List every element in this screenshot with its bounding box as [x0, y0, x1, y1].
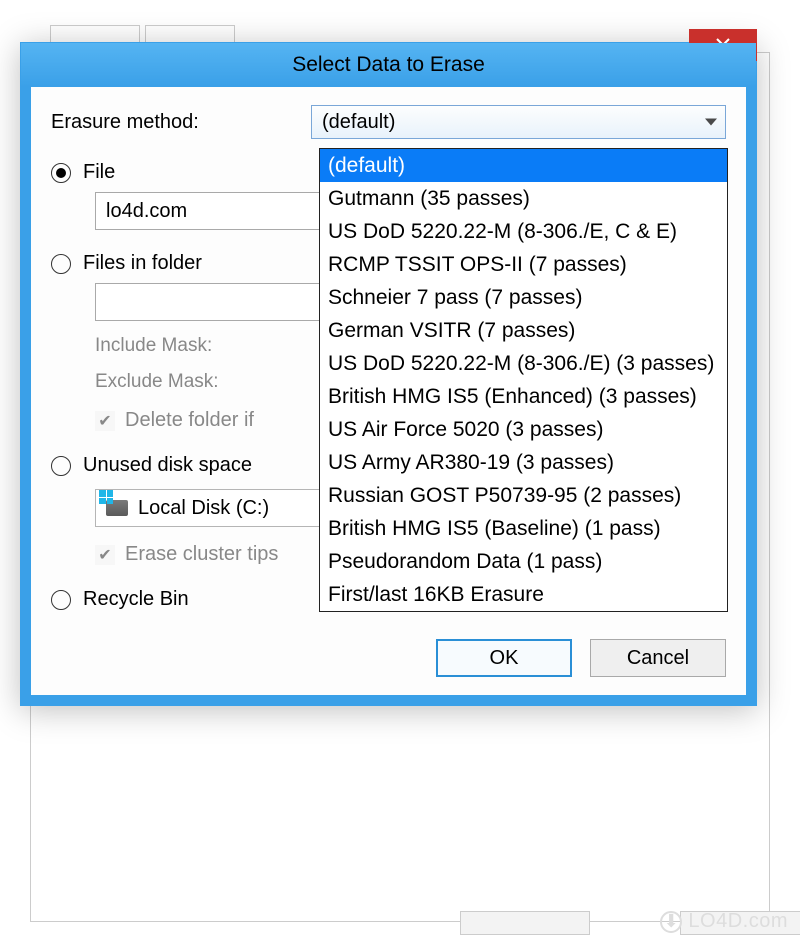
disk-combo-value: Local Disk (C:) — [138, 497, 269, 520]
dropdown-item[interactable]: US Army AR380-19 (3 passes) — [320, 446, 727, 479]
bg-button-1 — [460, 911, 590, 935]
erasure-method-dropdown[interactable]: (default) Gutmann (35 passes) US DoD 522… — [319, 148, 728, 612]
delete-folder-checkbox[interactable]: ✔ — [95, 411, 115, 431]
unused-radio[interactable] — [51, 456, 71, 476]
dropdown-item[interactable]: Pseudorandom Data (1 pass) — [320, 545, 727, 578]
watermark: ⬇ LO4D.com — [660, 910, 788, 933]
dropdown-item[interactable]: Russian GOST P50739-95 (2 passes) — [320, 479, 727, 512]
delete-folder-label: Delete folder if — [125, 409, 254, 432]
chevron-down-icon — [705, 119, 717, 126]
erasure-method-row: Erasure method: (default) — [51, 105, 726, 139]
watermark-icon: ⬇ — [660, 911, 682, 933]
dropdown-item[interactable]: US DoD 5220.22-M (8-306./E) (3 passes) — [320, 347, 727, 380]
dropdown-item[interactable]: Schneier 7 pass (7 passes) — [320, 281, 727, 314]
ok-button[interactable]: OK — [436, 639, 572, 677]
recycle-radio-label: Recycle Bin — [83, 588, 189, 611]
erasure-method-value: (default) — [322, 111, 395, 134]
dropdown-item[interactable]: RCMP TSSIT OPS-II (7 passes) — [320, 248, 727, 281]
unused-radio-label: Unused disk space — [83, 454, 252, 477]
exclude-mask-label: Exclude Mask: — [95, 371, 275, 393]
cancel-button[interactable]: Cancel — [590, 639, 726, 677]
erasure-method-label: Erasure method: — [51, 111, 311, 134]
erasure-method-combo[interactable]: (default) — [311, 105, 726, 139]
erase-cluster-label: Erase cluster tips — [125, 543, 278, 566]
dropdown-item[interactable]: First/last 16KB Erasure — [320, 578, 727, 611]
dialog-titlebar: Select Data to Erase — [21, 43, 756, 87]
dropdown-item[interactable]: German VSITR (7 passes) — [320, 314, 727, 347]
dropdown-item[interactable]: British HMG IS5 (Baseline) (1 pass) — [320, 512, 727, 545]
windows-icon — [99, 490, 113, 504]
dropdown-item[interactable]: (default) — [320, 149, 727, 182]
file-radio-label: File — [83, 161, 115, 184]
folder-radio[interactable] — [51, 254, 71, 274]
dropdown-item[interactable]: US DoD 5220.22-M (8-306./E, C & E) — [320, 215, 727, 248]
dropdown-item[interactable]: Gutmann (35 passes) — [320, 182, 727, 215]
include-mask-label: Include Mask: — [95, 335, 275, 357]
dialog-title: Select Data to Erase — [292, 53, 485, 77]
folder-radio-label: Files in folder — [83, 252, 202, 275]
dialog-button-row: OK Cancel — [51, 639, 726, 677]
recycle-radio[interactable] — [51, 590, 71, 610]
file-radio[interactable] — [51, 163, 71, 183]
ok-button-label: OK — [490, 647, 519, 670]
dropdown-item[interactable]: British HMG IS5 (Enhanced) (3 passes) — [320, 380, 727, 413]
disk-icon — [106, 500, 128, 516]
dropdown-item[interactable]: US Air Force 5020 (3 passes) — [320, 413, 727, 446]
erase-cluster-checkbox[interactable]: ✔ — [95, 545, 115, 565]
watermark-text: LO4D.com — [688, 910, 788, 933]
cancel-button-label: Cancel — [627, 647, 689, 670]
